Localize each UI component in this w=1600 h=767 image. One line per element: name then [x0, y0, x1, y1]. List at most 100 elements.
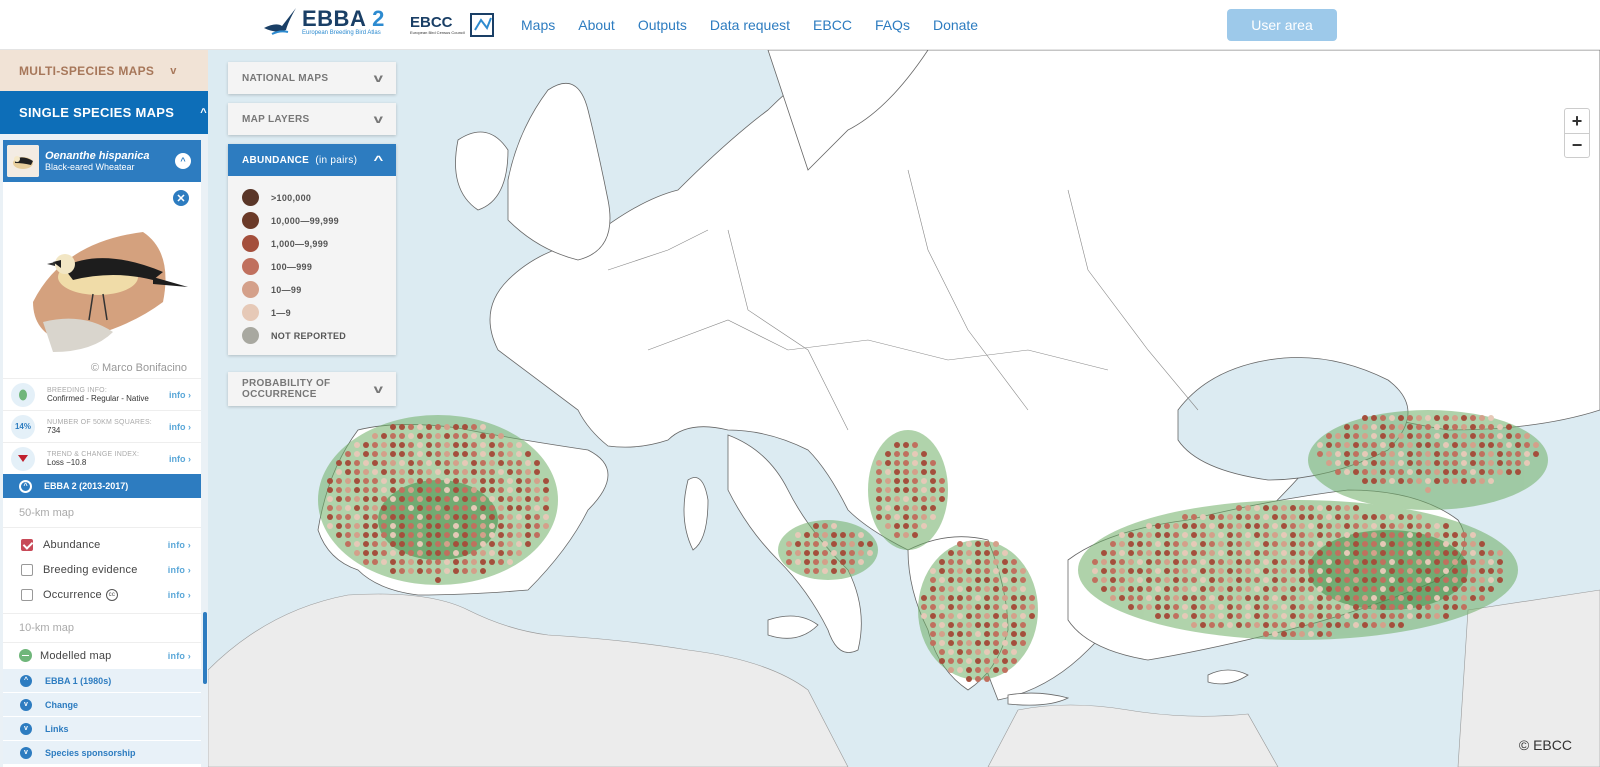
abundance-option[interactable]: Abundance info ›	[3, 532, 201, 557]
sidebar-scrollbar[interactable]	[203, 612, 207, 684]
collapse-species-button[interactable]: ^	[175, 153, 191, 169]
abundance-dot	[381, 433, 387, 439]
abundance-dot	[1254, 559, 1260, 565]
zoom-control: + −	[1564, 108, 1590, 158]
abundance-dot	[912, 442, 918, 448]
species-header[interactable]: Oenanthe hispanica Black-eared Wheatear …	[3, 140, 201, 182]
abundance-dot	[327, 487, 333, 493]
abundance-dot	[1002, 640, 1008, 646]
abundance-dot	[435, 568, 441, 574]
abundance-dot	[975, 640, 981, 646]
zoom-out-button[interactable]: −	[1565, 133, 1589, 157]
abundance-header[interactable]: ABUNDANCE (in pairs) ^	[228, 144, 396, 176]
links-section-toggle[interactable]: v Links	[3, 716, 201, 740]
probability-panel[interactable]: PROBABILITY OF OCCURRENCE v	[228, 372, 396, 406]
abundance-dot	[1335, 604, 1341, 610]
abundance-dot	[948, 586, 954, 592]
abundance-dot	[1344, 586, 1350, 592]
change-section-toggle[interactable]: v Change	[3, 692, 201, 716]
map-canvas[interactable]: + − © EBCC	[208, 50, 1600, 767]
abundance-dot	[1272, 514, 1278, 520]
user-area-button[interactable]: User area	[1227, 9, 1337, 41]
abundance-dot	[399, 550, 405, 556]
modelled-map-info-link[interactable]: info ›	[168, 651, 191, 661]
abundance-dot	[1272, 505, 1278, 511]
abundance-dot	[1461, 460, 1467, 466]
abundance-dot	[867, 541, 873, 547]
abundance-dot	[912, 487, 918, 493]
map-layers-panel[interactable]: MAP LAYERS v	[228, 103, 396, 135]
sponsorship-section-toggle[interactable]: v Species sponsorship	[3, 740, 201, 764]
abundance-dot	[453, 424, 459, 430]
abundance-dot	[453, 433, 459, 439]
abundance-dot	[471, 532, 477, 538]
abundance-dot	[1254, 577, 1260, 583]
abundance-dot	[534, 505, 540, 511]
occurrence-option[interactable]: Occurrence cc info ›	[3, 582, 201, 607]
nav-faqs[interactable]: FAQs	[875, 17, 910, 33]
squares-info-link[interactable]: info ›	[169, 422, 191, 432]
abundance-dot	[444, 424, 450, 430]
abundance-dot	[1371, 613, 1377, 619]
abundance-dot	[1461, 469, 1467, 475]
minus-circle-icon[interactable]	[19, 649, 32, 662]
ebba2-period-toggle[interactable]: ^ EBBA 2 (2013-2017)	[3, 474, 201, 498]
abundance-dot	[1317, 505, 1323, 511]
abundance-dot	[507, 496, 513, 502]
abundance-dot	[1380, 613, 1386, 619]
abundance-dot	[1407, 424, 1413, 430]
nav-maps[interactable]: Maps	[521, 17, 555, 33]
abundance-dot	[426, 505, 432, 511]
breeding-evidence-info-link[interactable]: info ›	[168, 565, 191, 575]
abundance-dot	[489, 451, 495, 457]
nav-ebcc[interactable]: EBCC	[813, 17, 852, 33]
abundance-dot	[1245, 532, 1251, 538]
multi-species-maps-toggle[interactable]: MULTI-SPECIES MAPS v	[0, 50, 208, 91]
abundance-dot	[516, 451, 522, 457]
abundance-dot	[1290, 595, 1296, 601]
breeding-evidence-checkbox[interactable]	[21, 563, 33, 576]
abundance-dot	[876, 469, 882, 475]
nav-about[interactable]: About	[578, 17, 615, 33]
abundance-dot	[1299, 523, 1305, 529]
occurrence-info-link[interactable]: info ›	[168, 590, 191, 600]
abundance-dot	[1101, 586, 1107, 592]
abundance-info-link[interactable]: info ›	[168, 540, 191, 550]
breeding-info-link[interactable]: info ›	[169, 390, 191, 400]
abundance-dot	[966, 577, 972, 583]
nav-outputs[interactable]: Outputs	[638, 17, 687, 33]
abundance-dot	[1488, 442, 1494, 448]
abundance-checkbox[interactable]	[21, 538, 33, 551]
top-navigation-bar: EBBA 2 European Breeding Bird Atlas EBCC…	[0, 0, 1600, 50]
breeding-evidence-option[interactable]: Breeding evidence info ›	[3, 557, 201, 582]
national-maps-panel[interactable]: NATIONAL MAPS v	[228, 62, 396, 94]
close-icon[interactable]: ✕	[173, 190, 189, 206]
abundance-dot	[1020, 631, 1026, 637]
abundance-dot	[1011, 640, 1017, 646]
abundance-dot	[1434, 577, 1440, 583]
abundance-dot	[939, 613, 945, 619]
single-species-maps-toggle[interactable]: SINGLE SPECIES MAPS ^	[0, 91, 208, 134]
abundance-dot	[444, 433, 450, 439]
abundance-dot	[345, 505, 351, 511]
nav-donate[interactable]: Donate	[933, 17, 978, 33]
abundance-dot	[1452, 442, 1458, 448]
zoom-in-button[interactable]: +	[1565, 109, 1589, 133]
abundance-dot	[1290, 550, 1296, 556]
abundance-dot	[390, 523, 396, 529]
abundance-dot	[390, 496, 396, 502]
modelled-map-option[interactable]: Modelled map info ›	[3, 643, 201, 668]
ebba2-logo[interactable]: EBBA 2 European Breeding Bird Atlas	[262, 6, 385, 38]
nav-data-request[interactable]: Data request	[710, 17, 790, 33]
abundance-dot	[1299, 622, 1305, 628]
abundance-dot	[1218, 595, 1224, 601]
abundance-dot	[1290, 568, 1296, 574]
abundance-dot	[966, 613, 972, 619]
occurrence-checkbox[interactable]	[21, 588, 33, 601]
ebcc-logo[interactable]: EBCC European Bird Census Council	[410, 12, 495, 38]
trend-info-link[interactable]: info ›	[169, 454, 191, 464]
abundance-dot	[1470, 568, 1476, 574]
ebba1-section-toggle[interactable]: ^ EBBA 1 (1980s)	[3, 668, 201, 692]
abundance-dot	[1461, 568, 1467, 574]
abundance-dot	[993, 595, 999, 601]
